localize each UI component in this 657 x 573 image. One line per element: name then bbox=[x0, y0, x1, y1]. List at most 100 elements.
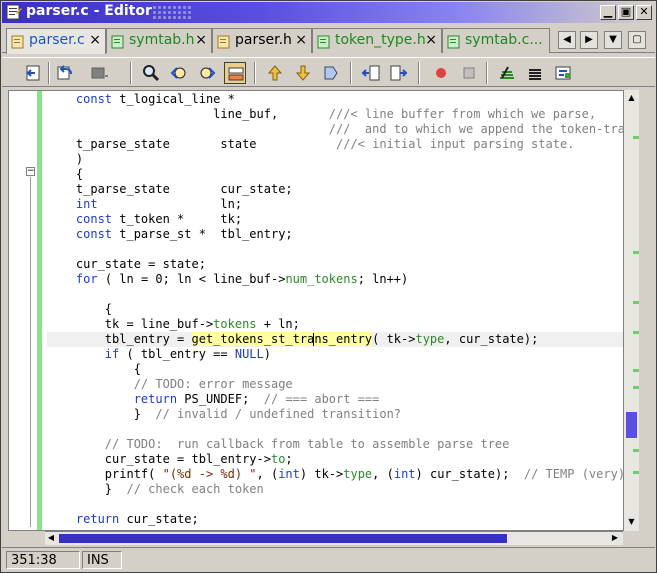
fold-toggle-icon[interactable]: − bbox=[26, 167, 35, 176]
toolbar-separator bbox=[48, 62, 50, 84]
settings-icon[interactable] bbox=[552, 62, 574, 84]
line-gutter[interactable]: − bbox=[9, 91, 42, 530]
tab-token-type-h[interactable]: token_type.h × bbox=[312, 28, 442, 53]
code-line[interactable]: t_parse_state state ///< initial input p… bbox=[47, 137, 575, 152]
code-line[interactable]: line_buf, ///< line buffer from which we… bbox=[47, 107, 596, 122]
insert-mode[interactable]: INS bbox=[82, 551, 122, 569]
code-line[interactable]: const t_logical_line * bbox=[47, 92, 235, 107]
code-line[interactable]: { bbox=[47, 302, 112, 317]
fold-line bbox=[30, 177, 31, 527]
title-bar[interactable]: parser.c - Editor ▁ ▣ ✕ bbox=[2, 2, 655, 23]
code-line[interactable]: if ( tbl_entry == NULL) bbox=[47, 347, 271, 362]
find-prev-icon[interactable] bbox=[168, 62, 190, 84]
overview-marker bbox=[633, 449, 639, 452]
stop-macro-icon[interactable] bbox=[458, 62, 480, 84]
toolbar-separator bbox=[350, 62, 352, 84]
undo-icon[interactable] bbox=[54, 62, 76, 84]
h-file-icon bbox=[217, 34, 231, 49]
overview-marker bbox=[633, 331, 639, 334]
bookmark-icon[interactable] bbox=[320, 62, 342, 84]
code-line[interactable]: tk = line_buf->tokens + ln; bbox=[47, 317, 300, 332]
scroll-right-icon[interactable]: ▶ bbox=[609, 532, 621, 544]
cursor-position: 351:38 bbox=[6, 551, 80, 569]
tab-symtab-c[interactable]: symtab.c... bbox=[442, 28, 550, 53]
overview-marker bbox=[633, 471, 639, 474]
code-area[interactable]: const t_logical_line * line_buf, ///< li… bbox=[47, 91, 632, 530]
vertical-scrollbar[interactable]: ▲ ▼ bbox=[623, 90, 639, 531]
horizontal-scrollbar[interactable]: ◀ ▶ bbox=[45, 531, 623, 545]
record-macro-icon[interactable] bbox=[430, 62, 452, 84]
tab-close-icon[interactable]: × bbox=[425, 29, 437, 52]
code-line[interactable]: const t_parse_st * tbl_entry; bbox=[47, 227, 293, 242]
toolbar-separator bbox=[254, 62, 256, 84]
tab-parser-c[interactable]: parser.c × bbox=[6, 28, 106, 54]
redo-icon[interactable] bbox=[88, 62, 110, 84]
shift-right-icon[interactable] bbox=[388, 62, 410, 84]
toolbar bbox=[2, 57, 655, 87]
code-line[interactable]: // TODO: run callback from table to asse… bbox=[47, 437, 510, 452]
back-icon[interactable] bbox=[22, 62, 44, 84]
editor-icon bbox=[6, 4, 22, 20]
go-down-icon[interactable] bbox=[292, 62, 314, 84]
tab-scroll-right-button[interactable]: ▶ bbox=[580, 31, 598, 49]
play-macro-icon[interactable] bbox=[496, 62, 518, 84]
code-line[interactable]: t_parse_state cur_state; bbox=[47, 182, 293, 197]
c-file-icon bbox=[11, 34, 25, 49]
tab-label: symtab.c... bbox=[465, 32, 543, 48]
overview-marker bbox=[633, 301, 639, 304]
tab-label: symtab.h bbox=[129, 32, 195, 48]
code-line[interactable]: const t_token * tk; bbox=[47, 212, 242, 227]
list-icon[interactable] bbox=[524, 62, 546, 84]
close-button[interactable]: ✕ bbox=[636, 5, 652, 20]
scroll-left-icon[interactable]: ◀ bbox=[45, 532, 57, 544]
code-line[interactable]: tbl_entry = get_tokens_st_trans_entry( t… bbox=[47, 332, 627, 347]
tab-close-icon[interactable]: × bbox=[195, 29, 207, 52]
minimize-button[interactable]: ▁ bbox=[600, 5, 616, 20]
overview-marker bbox=[633, 136, 639, 139]
h-file-icon bbox=[111, 34, 125, 49]
toolbar-separator bbox=[130, 62, 132, 84]
code-line[interactable]: cur_state = tbl_entry->to; bbox=[47, 452, 293, 467]
code-line[interactable]: ) bbox=[47, 152, 83, 167]
tab-close-icon[interactable]: × bbox=[89, 29, 101, 52]
h-file-icon bbox=[317, 34, 331, 49]
highlight-icon[interactable] bbox=[224, 62, 246, 84]
overview-marker bbox=[633, 369, 639, 372]
tab-parser-h[interactable]: parser.h × bbox=[212, 28, 312, 53]
change-bar bbox=[37, 91, 42, 530]
tab-list-button[interactable]: ▼ bbox=[604, 31, 622, 49]
tab-label: parser.c bbox=[29, 32, 85, 48]
code-line[interactable]: // TODO: error message bbox=[47, 377, 293, 392]
code-line[interactable]: return PS_UNDEF; // === abort === bbox=[47, 392, 380, 407]
find-next-icon[interactable] bbox=[196, 62, 218, 84]
scrollbar-thumb[interactable] bbox=[626, 412, 637, 438]
maximize-button[interactable]: ▣ bbox=[618, 5, 634, 20]
toolbar-separator bbox=[418, 62, 420, 84]
window-title: parser.c - Editor bbox=[26, 3, 152, 19]
find-icon[interactable] bbox=[140, 62, 162, 84]
code-line[interactable]: { bbox=[47, 167, 83, 182]
code-line[interactable]: } // check each token bbox=[47, 482, 264, 497]
overview-marker bbox=[633, 386, 639, 389]
scroll-up-icon[interactable]: ▲ bbox=[626, 92, 637, 103]
code-line[interactable]: { bbox=[47, 362, 141, 377]
shift-left-icon[interactable] bbox=[360, 62, 382, 84]
go-up-icon[interactable] bbox=[264, 62, 286, 84]
scrollbar-thumb[interactable] bbox=[59, 534, 507, 543]
code-line[interactable]: cur_state = state; bbox=[47, 257, 206, 272]
tab-symtab-h[interactable]: symtab.h × bbox=[106, 28, 212, 53]
code-line[interactable]: int ln; bbox=[47, 197, 242, 212]
tab-close-icon[interactable]: × bbox=[295, 29, 307, 52]
code-line[interactable]: printf( "(%d -> %d) ", (int) tk->type, (… bbox=[47, 467, 625, 482]
tab-label: token_type.h bbox=[335, 32, 426, 48]
editor-window: parser.c - Editor ▁ ▣ ✕ parser.c × symta… bbox=[0, 0, 657, 573]
code-line[interactable]: } // invalid / undefined transition? bbox=[47, 407, 401, 422]
status-bar: 351:38 INS bbox=[2, 547, 655, 571]
code-line[interactable]: return cur_state; bbox=[47, 512, 199, 527]
tab-scroll-left-button[interactable]: ◀ bbox=[558, 31, 576, 49]
tab-window-button[interactable]: ▢ bbox=[628, 31, 646, 49]
scroll-down-icon[interactable]: ▼ bbox=[626, 516, 637, 527]
code-line[interactable]: for ( ln = 0; ln < line_buf->num_tokens;… bbox=[47, 272, 408, 287]
code-line[interactable]: /// and to which we append the token-tra… bbox=[47, 122, 632, 137]
code-editor[interactable]: − const t_logical_line * line_buf, ///< … bbox=[8, 90, 639, 531]
